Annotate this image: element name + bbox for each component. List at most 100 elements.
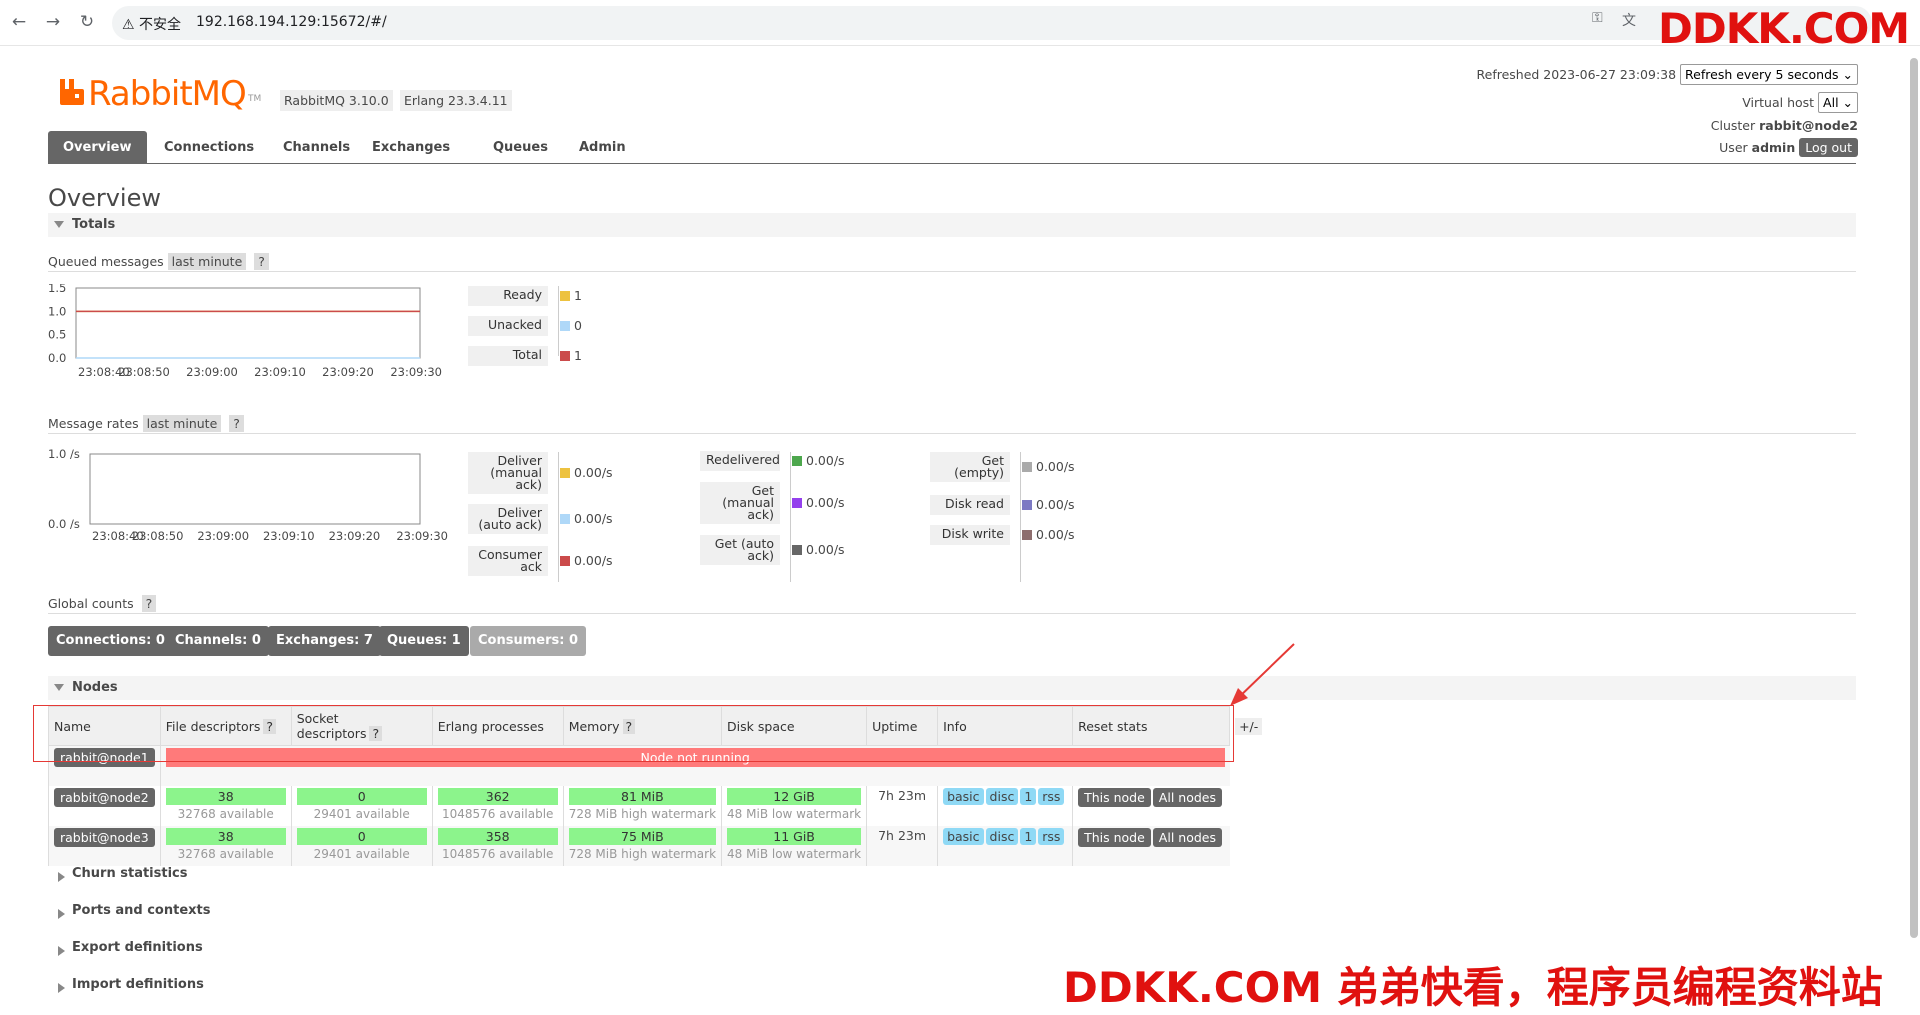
reset-this-node-button[interactable]: This node: [1078, 787, 1151, 807]
legend-label-line: Ready: [503, 287, 542, 302]
consumers-count-button[interactable]: Consumers: 0: [470, 626, 587, 656]
tab-channels[interactable]: Channels: [268, 131, 365, 163]
export-definitions-section[interactable]: Export definitions: [48, 940, 203, 956]
tab-connections[interactable]: Connections: [149, 131, 269, 163]
legend-swatch: [1022, 530, 1032, 540]
forward-icon[interactable]: →: [42, 12, 64, 32]
back-icon[interactable]: ←: [8, 12, 30, 32]
legend-swatch: [1022, 500, 1032, 510]
legend-value: 0.00/s: [574, 465, 613, 480]
url-text[interactable]: 192.168.194.129:15672/#/: [196, 14, 387, 30]
refresh-select[interactable]: Refresh every 5 seconds ⌄: [1680, 64, 1858, 85]
x-tick-label: 23:09:30: [390, 365, 442, 379]
legend-separator: [1020, 452, 1021, 582]
y-tick-label: 1.5: [48, 284, 66, 295]
fd-available: 32768 available: [177, 846, 274, 861]
refreshed-text: Refreshed 2023-06-27 23:09:38: [1476, 67, 1677, 82]
rates-range-select[interactable]: last minute: [142, 415, 222, 432]
ep-bar: 358: [437, 827, 558, 845]
legend-label-line: Disk write: [941, 526, 1004, 541]
ports-contexts-section[interactable]: Ports and contexts: [48, 903, 210, 919]
legend-value: 0.00/s: [1036, 497, 1075, 512]
info-tag-basic[interactable]: basic: [943, 787, 984, 805]
tab-queues[interactable]: Queues: [478, 131, 563, 163]
legend-label-line: (auto ack): [478, 517, 542, 532]
uptime-value: 7h 23m: [866, 785, 938, 826]
legend-label-queued-0: Ready: [468, 286, 548, 306]
connections-count-button[interactable]: Connections: 0: [48, 626, 173, 656]
collapse-triangle-icon: [54, 221, 64, 228]
reset-this-node-button[interactable]: This node: [1078, 827, 1151, 847]
legend-label-line: Unacked: [487, 317, 542, 332]
address-bar[interactable]: ⚠ 不安全 192.168.194.129:15672/#/: [112, 6, 1872, 40]
insecure-indicator[interactable]: ⚠ 不安全: [122, 14, 181, 34]
y-tick-label: 0.0: [48, 351, 66, 365]
totals-section-header[interactable]: Totals: [48, 213, 1856, 237]
tab-admin[interactable]: Admin: [564, 131, 641, 163]
divider: [48, 613, 1856, 614]
info-tag-disc[interactable]: disc: [985, 827, 1019, 845]
exchanges-count-button[interactable]: Exchanges: 7: [268, 626, 381, 656]
info-tag-rss[interactable]: rss: [1038, 827, 1065, 845]
info-tag-count[interactable]: 1: [1020, 787, 1037, 805]
node-name-link[interactable]: rabbit@node3: [54, 827, 155, 847]
queued-range-select[interactable]: last minute: [167, 253, 247, 270]
fd-bar: 38: [165, 827, 286, 845]
tab-exchanges[interactable]: Exchanges: [357, 131, 465, 163]
reset-all-nodes-button[interactable]: All nodes: [1152, 787, 1222, 807]
churn-statistics-section[interactable]: Churn statistics: [48, 866, 188, 882]
nodes-title: Nodes: [72, 680, 118, 695]
erlang-version-label: Erlang 23.3.4.11: [400, 90, 512, 111]
table-row: rabbit@node3 38 32768 available 0 29401 av…: [48, 825, 1268, 866]
queues-count-button[interactable]: Queues: 1: [379, 626, 469, 656]
reset-all-nodes-button[interactable]: All nodes: [1152, 827, 1222, 847]
legend-label-line: ack): [747, 507, 774, 522]
page-scrollbar[interactable]: [1908, 58, 1920, 938]
translate-icon[interactable]: 文: [1622, 10, 1636, 30]
reload-icon[interactable]: ↻: [76, 12, 98, 32]
help-icon[interactable]: ?: [229, 415, 244, 432]
legend-value: 0.00/s: [806, 453, 845, 468]
legend-swatch: [560, 321, 570, 331]
node-name-link[interactable]: rabbit@node2: [54, 787, 155, 807]
legend-label-c20-0: Redelivered: [700, 451, 780, 471]
legend-swatch: [560, 468, 570, 478]
annotation-arrow-icon: [1230, 643, 1295, 706]
x-tick-label: 23:09:10: [263, 529, 315, 543]
global-counts-label: Global counts ?: [48, 595, 157, 612]
queued-messages-chart: 1.51.00.50.023:08:4023:08:50 23:09:00 23:0…: [48, 284, 442, 379]
expand-triangle-icon: [58, 909, 65, 919]
x-tick-label: 23:09:00: [186, 365, 238, 379]
divider: [48, 271, 1856, 272]
legend-value: 0.00/s: [574, 553, 613, 568]
message-rates-text: Message rates: [48, 416, 139, 431]
legend-label-line: Redelivered: [706, 452, 780, 467]
channels-count-button[interactable]: Channels: 0: [167, 626, 269, 656]
memory-bar: 81 MiB: [568, 787, 717, 805]
tab-overview[interactable]: Overview: [48, 131, 147, 163]
highlight-box: [33, 705, 1234, 762]
legend-label-c32-0: Disk write: [930, 525, 1010, 545]
rabbit-logo-icon: [60, 79, 84, 105]
legend-separator: [790, 452, 791, 582]
legend-separator: [558, 452, 559, 582]
columns-toggle[interactable]: +/-: [1229, 706, 1268, 746]
help-icon[interactable]: ?: [254, 253, 269, 270]
divider: [48, 433, 1856, 434]
info-tag-rss[interactable]: rss: [1038, 787, 1065, 805]
legend-value: 1: [574, 288, 582, 303]
key-icon[interactable]: ⚿: [1592, 10, 1603, 26]
info-tag-disc[interactable]: disc: [985, 787, 1019, 805]
info-tag-basic[interactable]: basic: [943, 827, 984, 845]
nodes-section-header[interactable]: Nodes: [48, 676, 1856, 700]
y-tick-label: 1.0 /s: [48, 447, 80, 461]
help-icon[interactable]: ?: [141, 595, 157, 612]
vhost-select[interactable]: All ⌄: [1818, 92, 1858, 113]
info-tag-count[interactable]: 1: [1020, 827, 1037, 845]
sd-available: 29401 available: [313, 846, 410, 861]
import-definitions-section[interactable]: Import definitions: [48, 977, 204, 993]
legend-label-c12-0: Consumer ack: [468, 546, 548, 576]
scrollbar-thumb[interactable]: [1910, 58, 1918, 938]
legend-value: 0.00/s: [1036, 527, 1075, 542]
x-tick-label: 23:08:50: [132, 529, 184, 543]
